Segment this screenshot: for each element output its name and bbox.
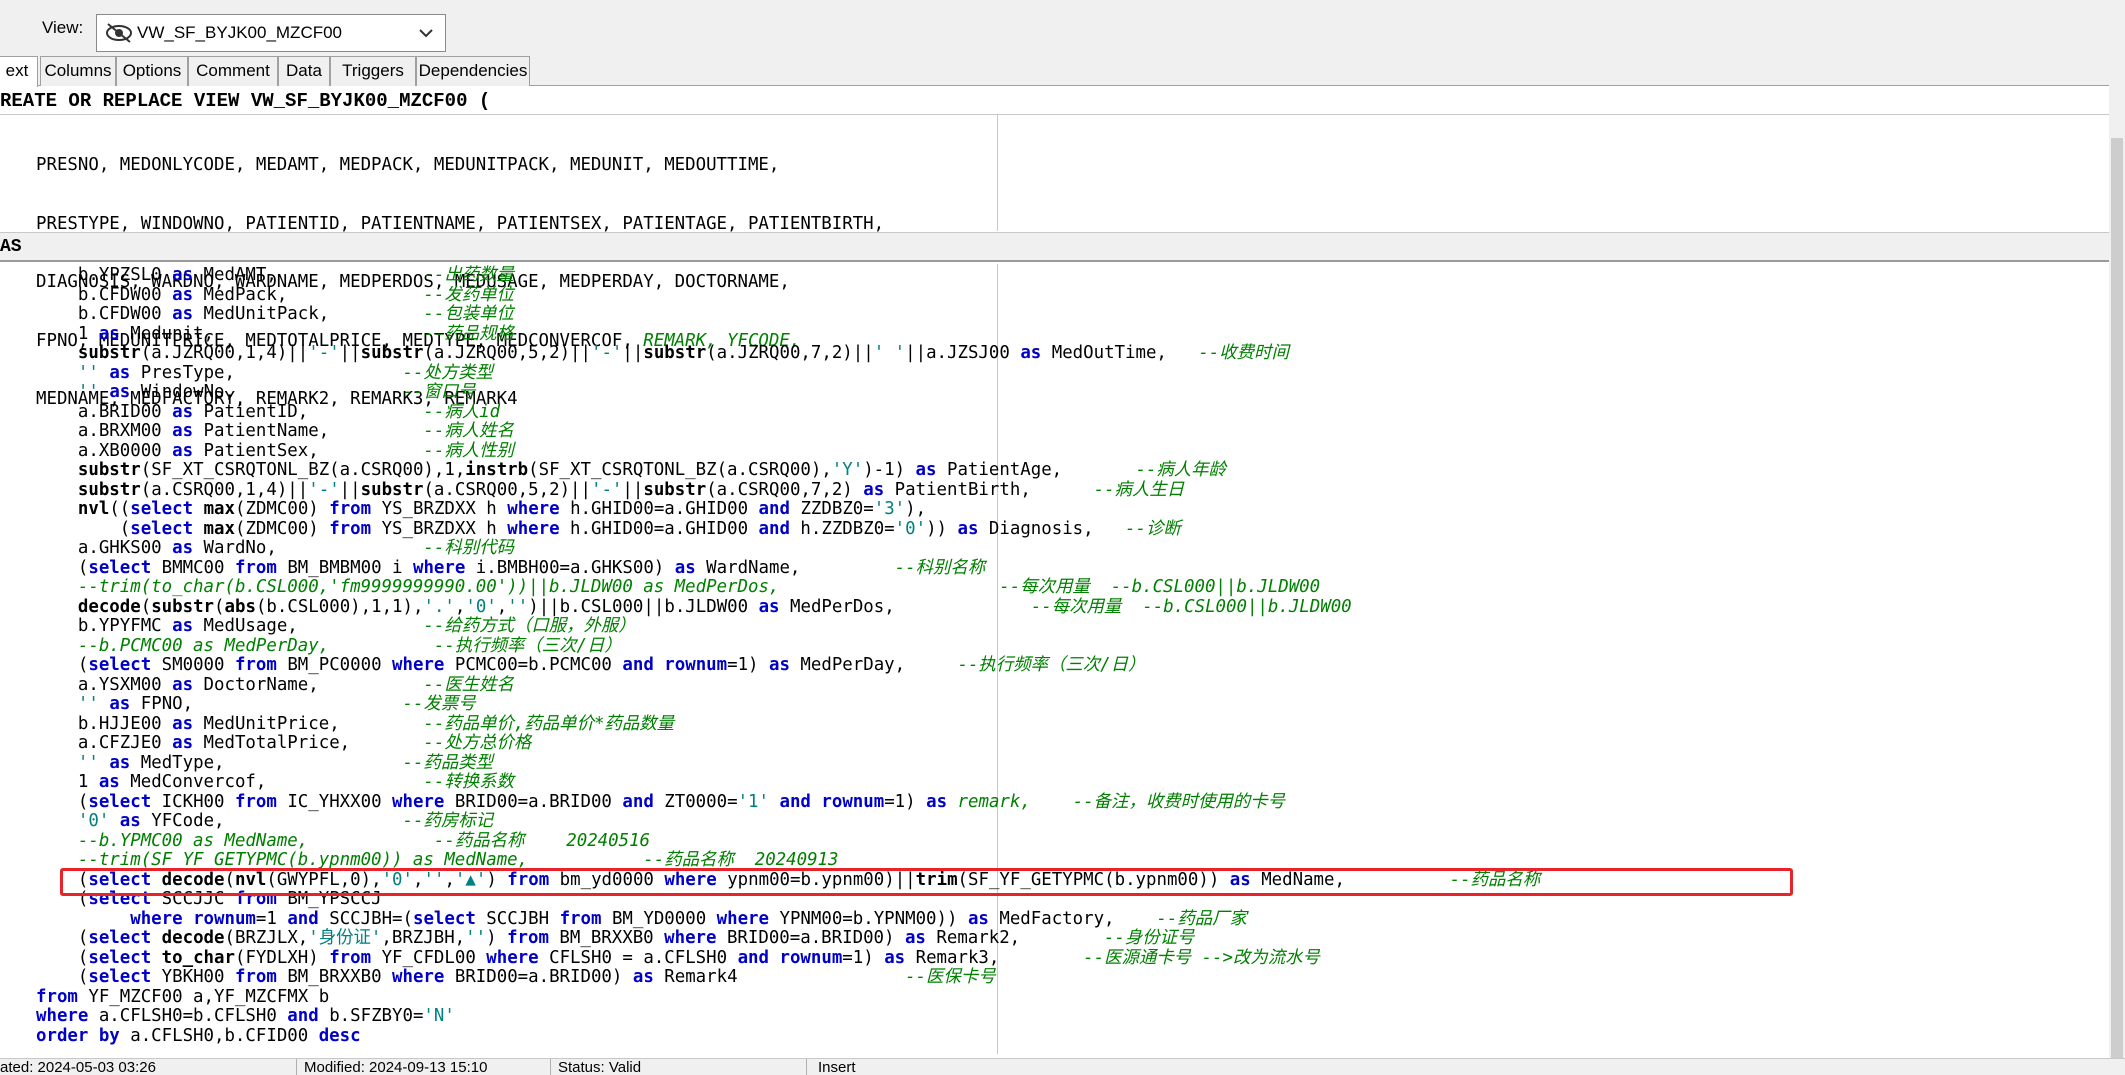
- sql-line: b.CFDW00 as MedPack, --发药单位: [36, 284, 514, 305]
- sql-line: b.CFDW00 as MedUnitPack, --包装单位: [36, 304, 514, 324]
- tab-bar: ext Columns Options Comment Data Trigger…: [0, 56, 2125, 87]
- highlight-box: [60, 868, 1793, 896]
- scrollbar-thumb[interactable]: [2111, 138, 2123, 1075]
- tab-comment[interactable]: Comment: [188, 56, 278, 86]
- sql-line: b.YPZSL0 as MedAMT, --出药数量: [36, 265, 514, 285]
- status-modified: Modified: 2024-09-13 15:10: [304, 1059, 488, 1075]
- sql-line: 1 as MedConvercof, --转换系数: [36, 772, 514, 792]
- sql-body-editor[interactable]: b.YPZSL0 as MedAMT, --出药数量 b.CFDW00 as M…: [36, 265, 1540, 1046]
- status-divider: [550, 1059, 551, 1075]
- sql-line: 1 as Medunit, --药品规格: [36, 323, 514, 344]
- as-label: AS: [0, 237, 22, 257]
- sql-line: (select SM0000 from BM_PC0000 where PCMC…: [36, 655, 1146, 675]
- view-select-value: VW_SF_BYJK00_MZCF00: [137, 23, 343, 42]
- column-divider: [997, 115, 998, 231]
- sql-line: '' as MedType, --药品类型: [77, 752, 494, 773]
- sql-line: where rownum=1 and SCCJBH=(select SCCJBH…: [130, 908, 1247, 929]
- sql-line: (select max(ZDMC00) from YS_BRZDXX h whe…: [36, 518, 1181, 539]
- sql-line: --trim(to_char(b.CSL000,'fm9999999990.00…: [77, 577, 1321, 597]
- status-created: ated: 2024-05-03 03:26: [0, 1059, 156, 1075]
- tab-columns[interactable]: Columns: [40, 56, 116, 86]
- sql-line: b.YPYFMC as MedUsage, --给药方式（口服，外服）: [36, 616, 636, 636]
- sql-line: (select ICKH00 from IC_YHXX00 where BRID…: [36, 791, 1285, 812]
- sql-line: a.XB0000 as PatientSex, --病人性别: [36, 440, 514, 461]
- as-bar: AS: [0, 232, 2125, 262]
- sql-line: '' as PresType, --处方类型: [77, 362, 494, 383]
- sql-line: (select decode(BRZJLX,'身份证',BRZJBH,'') f…: [36, 928, 1195, 948]
- sql-line: nvl((select max(ZDMC00) from YS_BRZDXX h…: [77, 499, 927, 519]
- sql-line: where a.CFLSH0=b.CFLSH0 and b.SFZBY0='N': [36, 1006, 455, 1026]
- view-select[interactable]: VW_SF_BYJK00_MZCF00: [96, 14, 446, 52]
- vertical-scrollbar[interactable]: [2109, 58, 2125, 1075]
- tab-options[interactable]: Options: [116, 56, 188, 86]
- tab-triggers[interactable]: Triggers: [330, 56, 416, 86]
- chevron-down-icon[interactable]: [413, 19, 439, 47]
- sql-line: a.BRXM00 as PatientName, --病人姓名: [36, 421, 514, 441]
- sql-line: order by a.CFLSH0,b.CFID00 desc: [36, 1025, 361, 1046]
- tab-text[interactable]: ext: [0, 56, 38, 87]
- sql-line: a.YSXM00 as DoctorName, --医生姓名: [36, 674, 514, 695]
- sql-line: (select to_char(FYDLXH) from YF_CFDL00 w…: [36, 947, 1320, 968]
- sql-line: substr(a.JZRQ00,1,4)||'-'||substr(a.JZRQ…: [77, 343, 1289, 363]
- toolbar: View: VW_SF_BYJK00_MZCF00: [0, 0, 2125, 58]
- sql-line: b.HJJE00 as MedUnitPrice, --药品单价,药品单价*药品…: [36, 713, 674, 734]
- view-eye-icon: [103, 17, 135, 49]
- tab-dependencies[interactable]: Dependencies: [416, 56, 530, 86]
- sql-line: a.CFZJE0 as MedTotalPrice, --处方总价格: [36, 733, 532, 753]
- tab-data[interactable]: Data: [278, 56, 330, 86]
- sql-line: decode(substr(abs(b.CSL000),1,1),'.','0'…: [77, 596, 1352, 617]
- sql-line: a.BRID00 as PatientID, --病人id: [36, 401, 501, 422]
- sql-line: --b.YPMC00 as MedName, --药品名称 20240516: [77, 830, 651, 851]
- sql-line: '' as WindowNo, --窗口号: [77, 382, 476, 402]
- sql-line: '0' as YFCode, --药房标记: [77, 811, 494, 831]
- sql-line: substr(SF_XT_CSRQTONL_BZ(a.CSRQ00),1,ins…: [77, 460, 1226, 480]
- view-editor-window: View: VW_SF_BYJK00_MZCF00 ext Columns Op…: [0, 0, 2125, 1075]
- column-list-line: PRESNO, MEDONLYCODE, MEDAMT, MEDPACK, ME…: [36, 155, 780, 175]
- sql-line: (select YBKH00 from BM_BRXXB0 where BRID…: [36, 967, 996, 987]
- status-valid: Status: Valid: [558, 1059, 642, 1075]
- sql-line: '' as FPNO, --发票号: [77, 694, 476, 714]
- status-bar: ated: 2024-05-03 03:26 Modified: 2024-09…: [0, 1058, 2125, 1075]
- view-label: View:: [42, 18, 84, 37]
- header-separator: [0, 114, 2125, 115]
- status-divider: [296, 1059, 297, 1075]
- status-divider: [806, 1059, 807, 1075]
- sql-line: --b.PCMC00 as MedPerDay, --执行频率（三次/日）: [77, 635, 622, 656]
- column-list-line: PRESTYPE, WINDOWNO, PATIENTID, PATIENTNA…: [36, 213, 885, 234]
- sql-line: from YF_MZCF00 a,YF_MZCFMX b: [36, 986, 330, 1007]
- sql-line: (select BMMC00 from BM_BMBM00 i where i.…: [36, 557, 986, 578]
- status-mode: Insert: [818, 1059, 856, 1075]
- create-view-header: REATE OR REPLACE VIEW VW_SF_BYJK00_MZCF0…: [0, 90, 491, 112]
- sql-line: a.GHKS00 as WardNo, --科别代码: [36, 538, 514, 558]
- sql-line: substr(a.CSRQ00,1,4)||'-'||substr(a.CSRQ…: [77, 479, 1185, 500]
